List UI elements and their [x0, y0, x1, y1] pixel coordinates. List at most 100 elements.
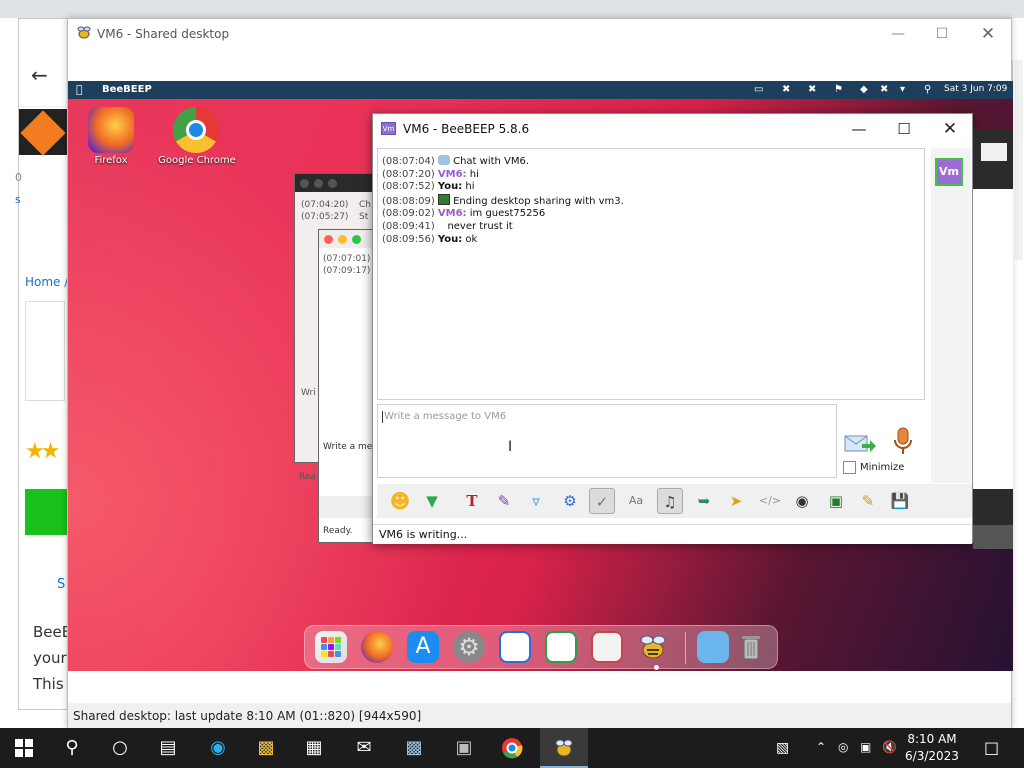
preview-icon[interactable] — [591, 631, 623, 663]
mail-icon[interactable]: ✉ — [340, 728, 388, 768]
shared-desktop-titlebar[interactable]: VM6 - Shared desktop — ☐ ✕ — [68, 19, 1011, 49]
beebeep-minimize-button[interactable]: — — [839, 118, 879, 140]
ghost-write-text: Write a me — [323, 442, 373, 452]
share-desktop-icon[interactable]: ▣ — [823, 488, 849, 514]
battery-icon[interactable]: ▭ — [754, 84, 763, 95]
screenshot-icon[interactable]: ◉ — [789, 488, 815, 514]
microphone-icon[interactable] — [893, 426, 913, 456]
beebeep-taskbar-icon[interactable] — [540, 728, 588, 768]
firefox-icon[interactable] — [88, 107, 134, 153]
beebeep-titlebar[interactable]: Vm VM6 - BeeBEEP 5.8.6 — ☐ ✕ — [373, 114, 972, 144]
bee-tray-icon[interactable]: ◆ — [860, 84, 868, 95]
beebeep-status-bar: VM6 is writing... — [373, 524, 972, 544]
send-folder-icon[interactable]: ➤ — [723, 488, 749, 514]
chat-toolbar: ☻ ▼ T ✎ ▿ ⚙ ✓ Aa ♫ ➥ ➤ </> ◉ ▣ ✎ 💾 — [377, 484, 972, 518]
remote-desktop-view[interactable]:  BeeBEEP ▭ ✖ ✖ ⚑ ◆ ✖ ▾ ⚲ Sat 3 Jun 7:09… — [68, 81, 1013, 671]
notification-center-icon[interactable]: □ — [984, 738, 999, 757]
download-button[interactable] — [25, 489, 70, 535]
edit-note-icon[interactable]: ✎ — [855, 488, 881, 514]
close-button[interactable]: ✕ — [966, 23, 1010, 45]
emoticon-dropdown-icon[interactable]: ▼ — [419, 488, 445, 514]
spellcheck-icon[interactable]: ✓ — [589, 488, 615, 514]
firefox-dock-icon[interactable] — [361, 631, 393, 663]
desktop-icon-label[interactable]: Google Chrome — [156, 155, 238, 166]
settings-gear-icon[interactable]: ⚙ — [557, 488, 583, 514]
volume-muted-icon[interactable]: 🔇 — [882, 740, 897, 754]
ghost-chat-line: Ch — [359, 200, 371, 210]
taskbar-clock[interactable]: 8:10 AM 6/3/2023 — [902, 731, 962, 765]
beebeep-maximize-button[interactable]: ☐ — [884, 118, 924, 140]
spreadsheet-icon[interactable] — [545, 631, 577, 663]
show-hidden-icons-icon[interactable]: ⌃ — [816, 740, 826, 754]
send-message-icon[interactable] — [844, 432, 876, 456]
network-icon[interactable]: ▣ — [860, 740, 871, 754]
downloads-folder-icon[interactable] — [697, 631, 729, 663]
save-chat-icon[interactable]: 💾 — [887, 488, 913, 514]
ghost-chat-line: (07:04:20) — [301, 200, 349, 210]
minimize-button[interactable]: — — [876, 23, 920, 45]
message-input[interactable]: Write a message to VM6 I — [377, 404, 837, 478]
bee-app-icon — [76, 26, 92, 40]
product-thumbnail — [25, 301, 65, 401]
task-view-icon[interactable]: ▤ — [144, 728, 192, 768]
body-text-line: This — [33, 675, 64, 693]
sound-notification-icon[interactable]: ♫ — [657, 488, 683, 514]
network-off-icon[interactable]: ✖ — [808, 84, 816, 95]
wifi-off-icon[interactable]: ✖ — [880, 84, 888, 95]
cortana-icon[interactable]: ○ — [96, 728, 144, 768]
spotlight-search-icon[interactable]: ⚲ — [924, 84, 931, 95]
member-avatar[interactable]: Vm — [935, 158, 963, 186]
ghost-chat-line: St — [359, 212, 369, 222]
scrollbar-track[interactable] — [1015, 60, 1023, 260]
mac-dock: A ⚙ — [304, 625, 778, 670]
network-app-icon[interactable]: ▣ — [440, 728, 488, 768]
menubar-clock[interactable]: Sat 3 Jun 7:09 — [944, 84, 1007, 94]
beebeep-dock-icon[interactable] — [637, 631, 669, 663]
desktop-icon-label[interactable]: Firefox — [78, 155, 144, 166]
filter-icon[interactable]: ▿ — [523, 488, 549, 514]
i-beam-cursor-icon: I — [508, 439, 513, 455]
breadcrumb-home-link[interactable]: Home / — [25, 275, 68, 289]
windows-start-icon[interactable] — [0, 728, 48, 768]
dropdown-icon[interactable]: ▾ — [900, 84, 905, 95]
color-palette-icon[interactable]: ✎ — [491, 488, 517, 514]
minimize-checkbox[interactable] — [843, 461, 856, 474]
google-chrome-icon[interactable] — [173, 107, 219, 153]
background-chat-window[interactable]: (07:07:01) (07:09:17) Write a me Ready. — [318, 229, 381, 543]
notification-icon[interactable]: ⚑ — [834, 84, 843, 95]
keyboard-layout-icon[interactable]: ▧ — [776, 740, 789, 756]
taskbar-date: 6/3/2023 — [905, 749, 959, 763]
fragment-text[interactable]: S — [57, 577, 65, 592]
vpn-icon[interactable]: ◎ — [838, 740, 848, 754]
launchpad-icon[interactable] — [315, 631, 347, 663]
system-preferences-icon[interactable]: ⚙ — [453, 631, 485, 663]
maximize-button[interactable]: ☐ — [920, 23, 964, 45]
microsoft-store-icon[interactable]: ▦ — [290, 728, 338, 768]
font-icon[interactable]: T — [459, 488, 485, 514]
text-document-icon[interactable] — [499, 631, 531, 663]
background-window-strip — [973, 129, 1013, 549]
search-icon[interactable]: ⚲ — [48, 728, 96, 768]
file-explorer-icon[interactable]: ▩ — [242, 728, 290, 768]
text-format-icon[interactable]: Aa — [623, 488, 649, 514]
menubar-app-name[interactable]: BeeBEEP — [102, 84, 152, 95]
app-store-icon[interactable]: A — [407, 631, 439, 663]
remote-desktop-icon[interactable]: ▩ — [390, 728, 438, 768]
emoji-icon[interactable]: ☻ — [387, 488, 413, 514]
chat-message: (08:09:02) VM6: im guest75256 — [382, 208, 546, 220]
html-code-icon[interactable]: </> — [757, 488, 783, 514]
chat-bubble-icon — [437, 155, 450, 165]
chat-message: (08:07:20) VM6: hi — [382, 168, 479, 180]
edge-browser-icon[interactable]: ◉ — [194, 728, 242, 768]
chat-history[interactable]: (08:07:04) Chat with VM6. (08:07:20) VM6… — [377, 148, 925, 400]
muted-icon[interactable]: ✖ — [782, 84, 790, 95]
trash-icon[interactable] — [735, 631, 767, 663]
background-browser-window: ← 0 s Home / ★★ S BeeB your This — [15, 18, 74, 710]
member-sidebar — [931, 148, 971, 483]
apple-icon[interactable]:  — [76, 83, 83, 96]
send-file-icon[interactable]: ➥ — [691, 488, 717, 514]
beebeep-close-button[interactable]: ✕ — [930, 118, 970, 140]
chat-message: (08:07:04) Chat with VM6. — [382, 155, 530, 167]
chrome-taskbar-icon[interactable] — [488, 728, 536, 768]
back-arrow-icon[interactable]: ← — [31, 63, 48, 87]
